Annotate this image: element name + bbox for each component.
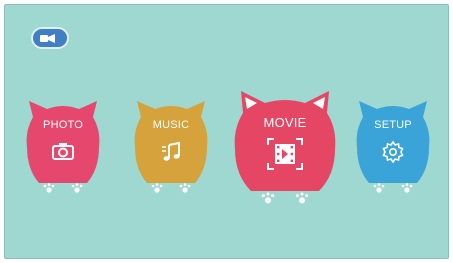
paw-prints	[355, 183, 431, 193]
menu-item-label: MOVIE	[263, 115, 307, 130]
paw-prints	[133, 183, 209, 193]
paw-icon	[295, 192, 309, 204]
film-icon	[266, 137, 304, 176]
paw-prints	[25, 183, 101, 193]
menu-item-label: PHOTO	[43, 119, 83, 131]
paw-icon	[373, 183, 385, 193]
menu-item-movie[interactable]: MOVIE	[233, 87, 337, 205]
paw-icon	[71, 183, 83, 193]
gear-icon	[382, 140, 404, 168]
menu-item-label: SETUP	[374, 119, 412, 131]
paw-icon	[179, 183, 191, 193]
menu-item-photo[interactable]: PHOTO	[25, 97, 101, 195]
menu-item-setup[interactable]: SETUP	[355, 97, 431, 195]
music-note-icon	[160, 141, 182, 168]
paw-icon	[401, 183, 413, 193]
camera-icon	[51, 141, 75, 166]
paw-icon	[261, 192, 275, 204]
menu-item-music[interactable]: MUSIC	[133, 97, 209, 195]
input-source-button[interactable]	[31, 27, 69, 49]
input-source-icon	[40, 34, 55, 43]
menu-item-label: MUSIC	[152, 119, 190, 131]
paw-prints	[233, 192, 337, 204]
paw-icon	[151, 183, 163, 193]
paw-icon	[43, 183, 55, 193]
home-screen: PHOTO MUSIC MOVIE SETUP	[4, 4, 449, 259]
